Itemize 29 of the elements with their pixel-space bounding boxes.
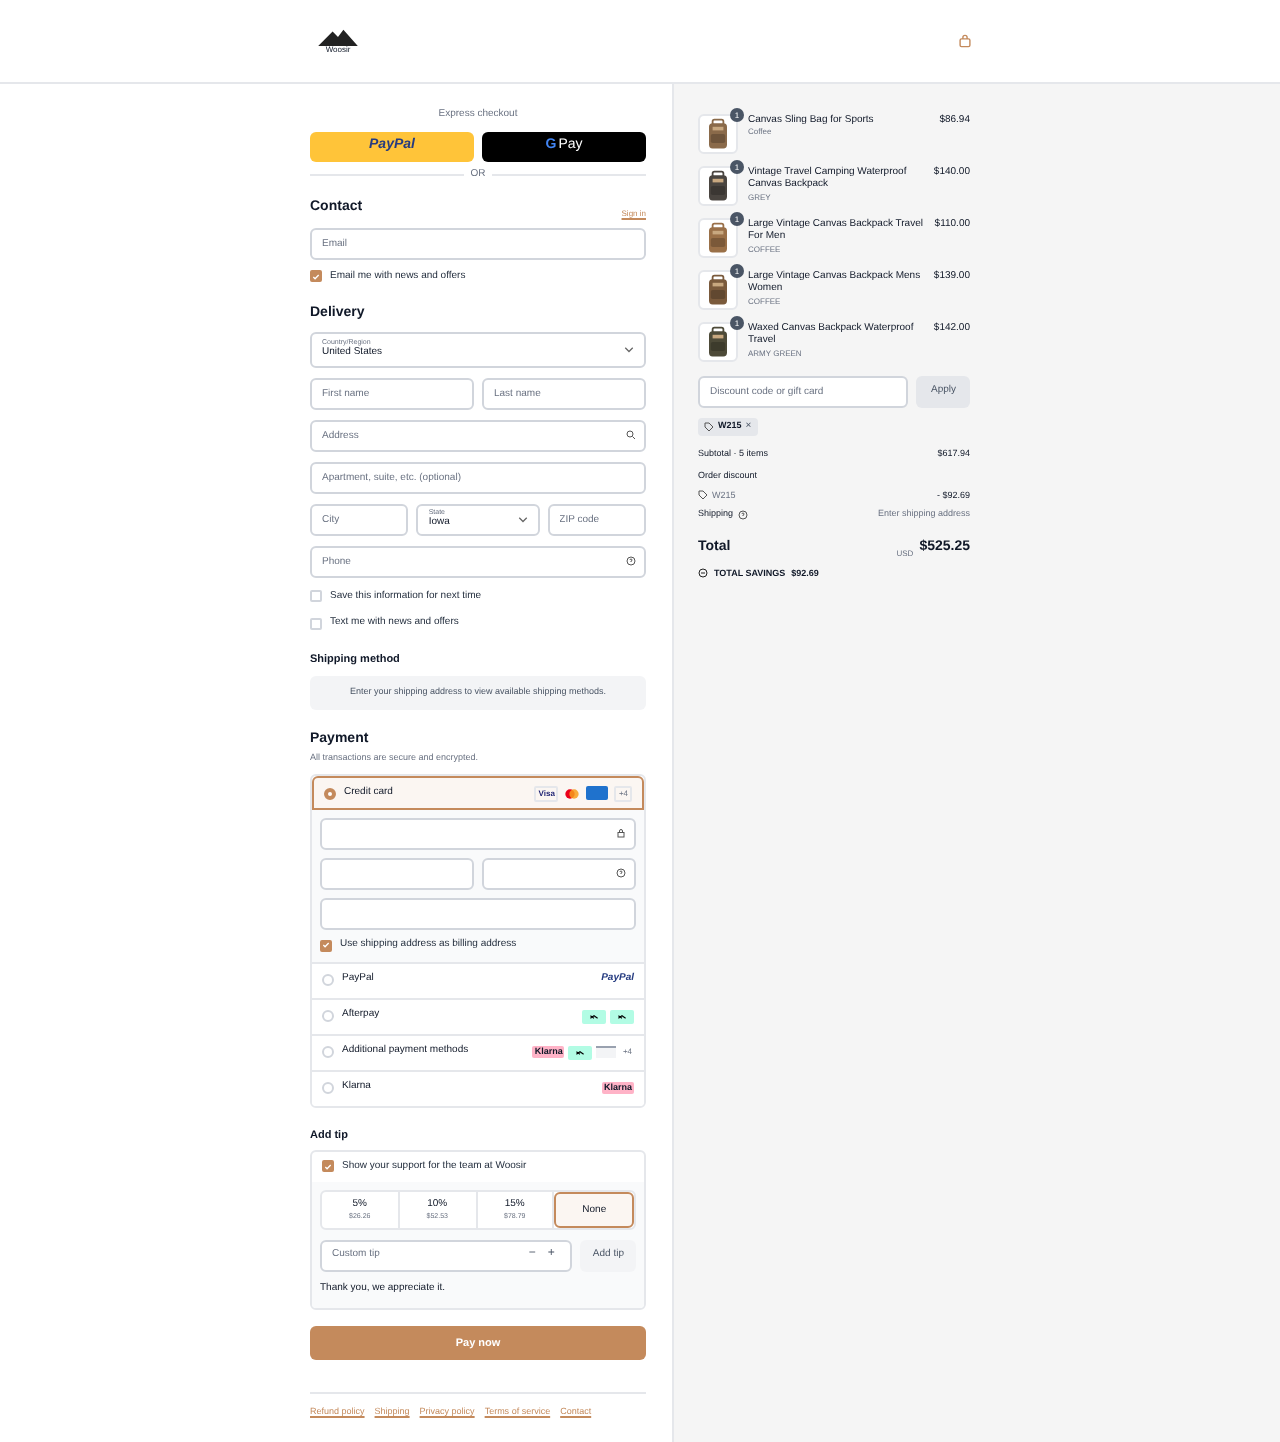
help-icon — [616, 868, 626, 878]
chevron-down-icon — [624, 344, 634, 354]
bank-icon — [596, 1046, 617, 1058]
checkbox[interactable] — [310, 270, 322, 283]
checkbox[interactable] — [320, 939, 332, 952]
input-field[interactable] — [320, 818, 636, 850]
checkbox[interactable] — [310, 617, 322, 630]
checkbox[interactable] — [310, 590, 322, 603]
mountain-logo-icon — [316, 28, 360, 46]
mastercard-icon — [564, 787, 581, 799]
chevron-down-icon — [517, 514, 528, 524]
afterpay-icon — [568, 1045, 593, 1059]
radio-button[interactable] — [322, 1082, 334, 1094]
search-icon — [626, 429, 636, 439]
shopping-bag-icon[interactable] — [958, 34, 972, 48]
lock-icon — [616, 828, 626, 838]
radio-button[interactable] — [322, 974, 334, 986]
amex-icon — [586, 786, 609, 800]
input-field[interactable] — [320, 898, 636, 930]
checkbox[interactable] — [322, 1160, 334, 1173]
help-icon — [737, 510, 748, 521]
input-field[interactable] — [320, 858, 474, 890]
radio-button[interactable] — [322, 1046, 334, 1058]
afterpay-icon — [582, 1009, 606, 1023]
radio-button[interactable] — [324, 787, 336, 799]
input-field[interactable] — [482, 858, 636, 890]
afterpay-icon — [610, 1009, 634, 1023]
radio-button[interactable] — [322, 1010, 334, 1022]
help-icon — [626, 555, 636, 565]
